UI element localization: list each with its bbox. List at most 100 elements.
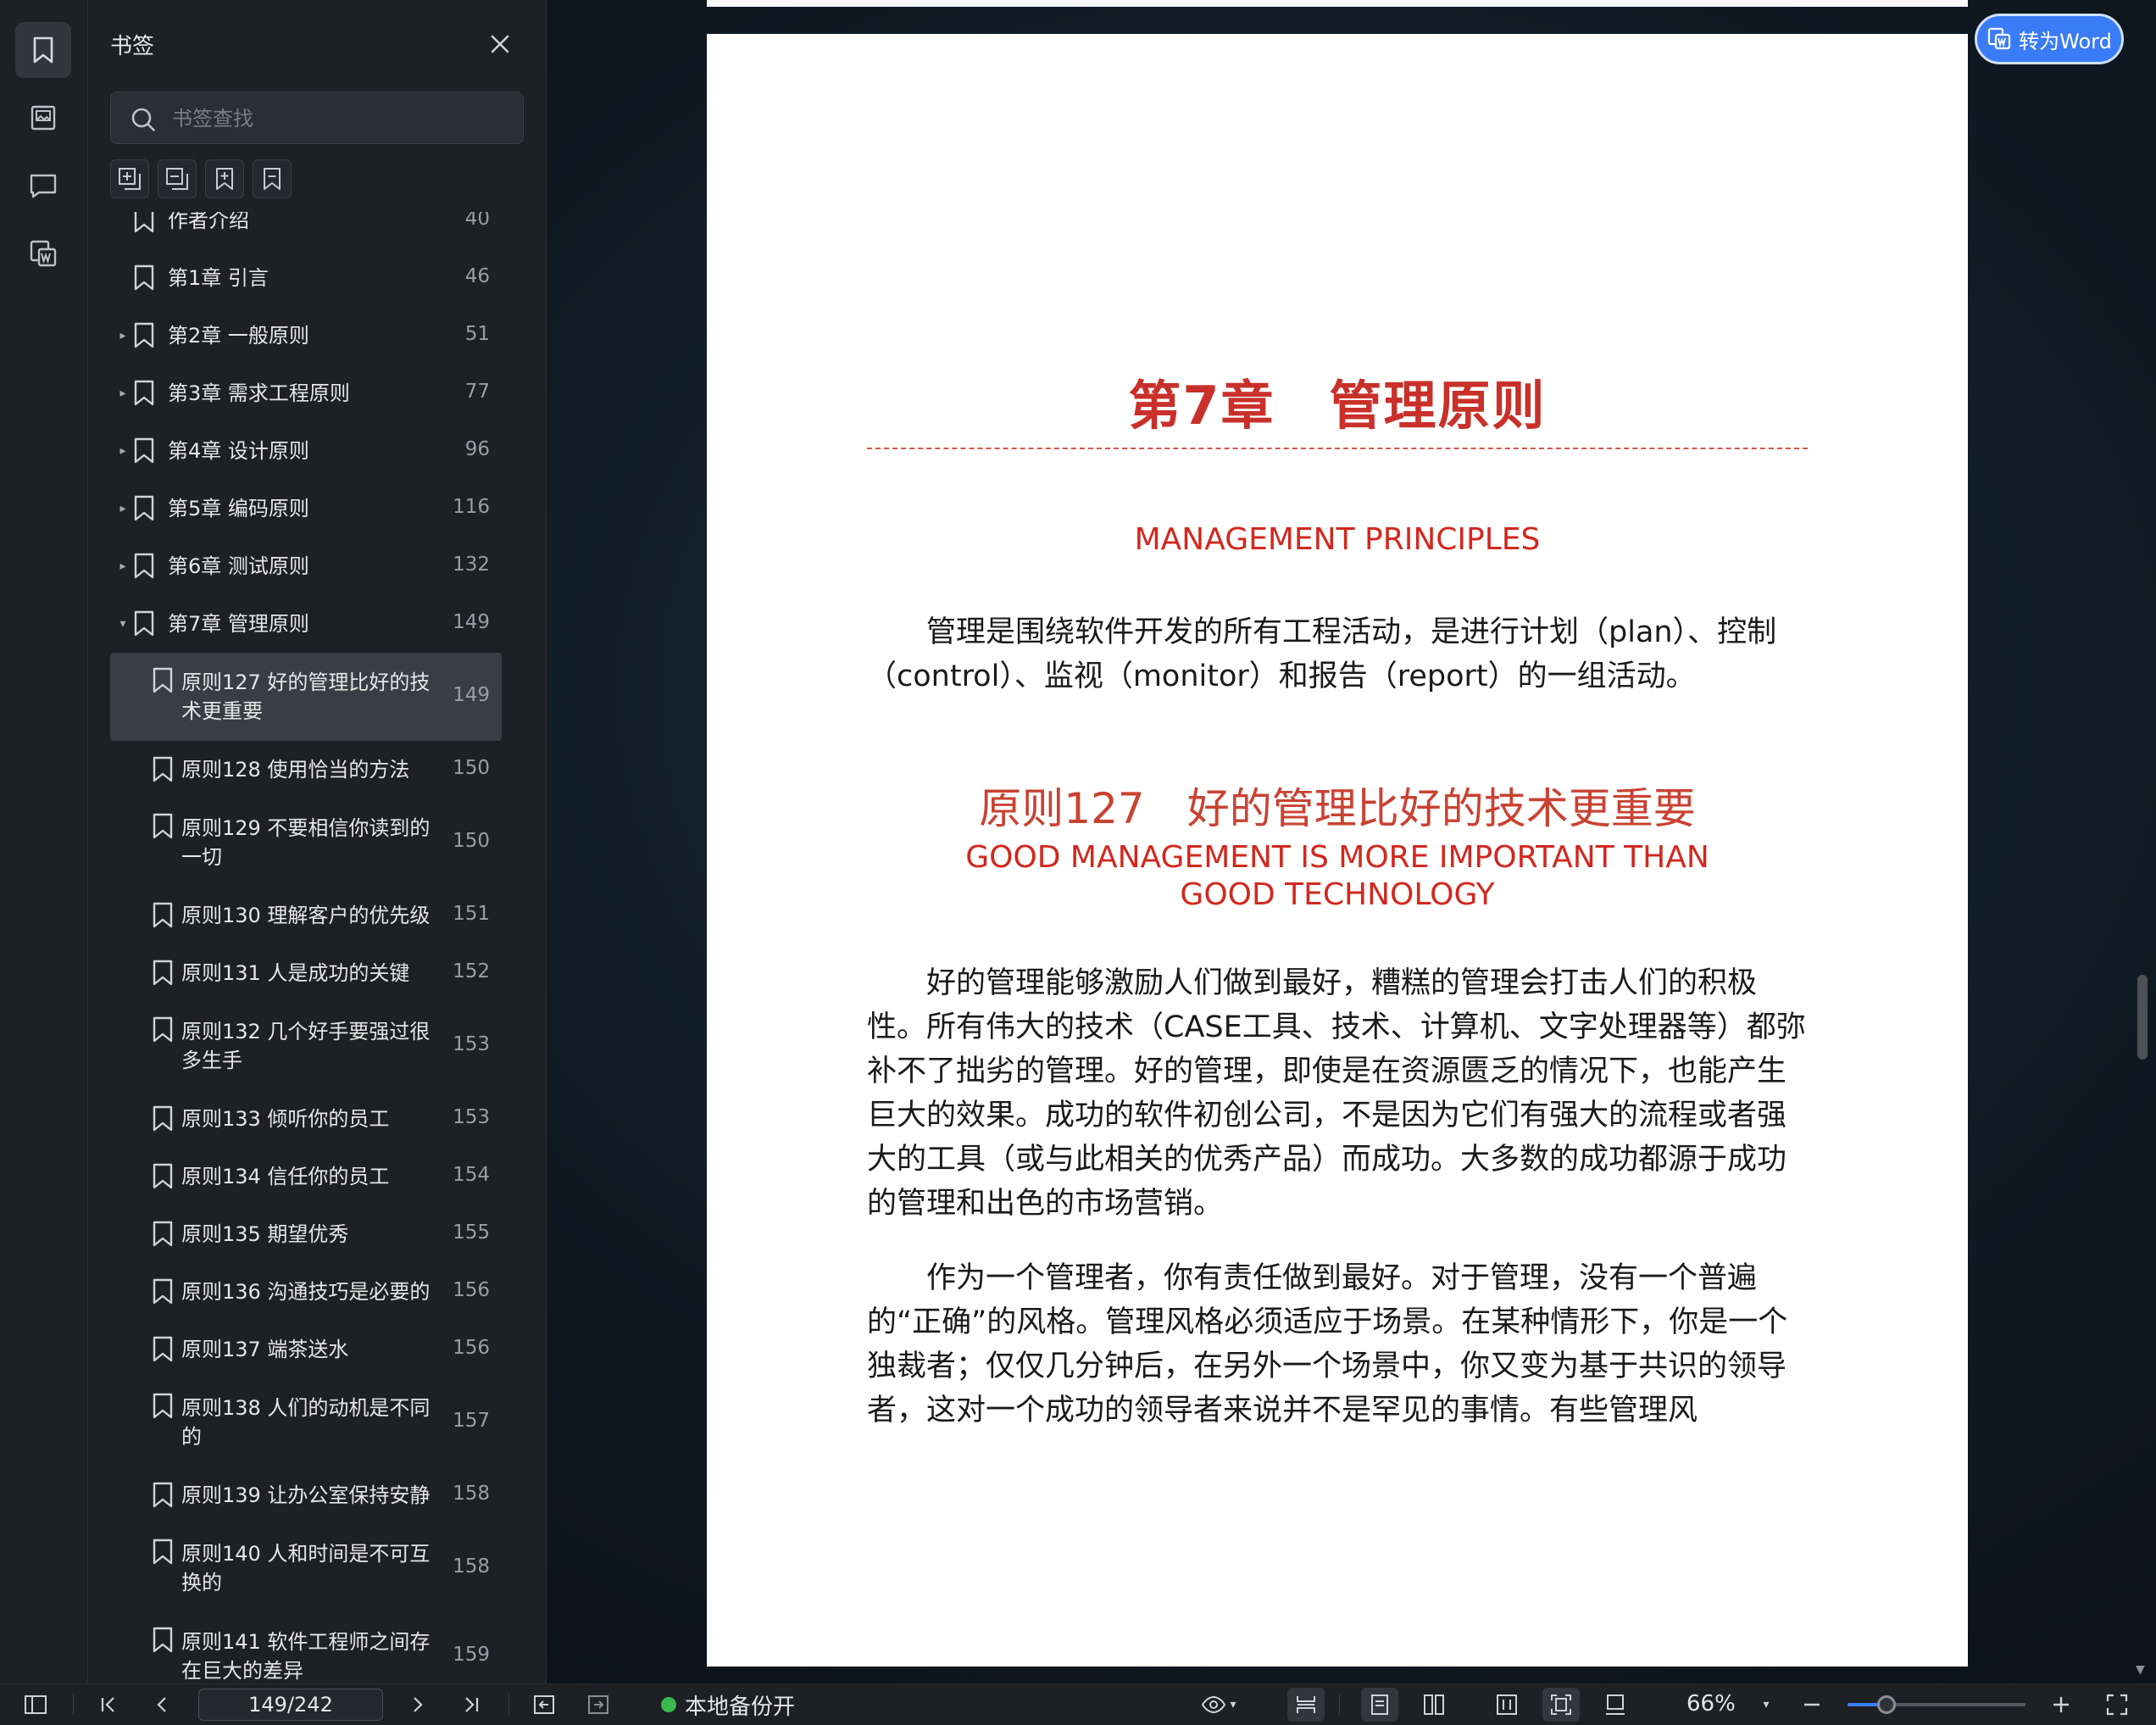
go-back-button[interactable]	[531, 1691, 558, 1718]
fit-width-icon	[1297, 1696, 1315, 1713]
forward-icon	[588, 1695, 608, 1714]
previous-page-edge	[707, 0, 1968, 7]
bookmark-item[interactable]: 原则133 倾听你的员工 153	[110, 1090, 502, 1148]
bookmark-search-input[interactable]	[170, 103, 513, 135]
fit-page-icon	[1551, 1694, 1571, 1715]
bookmark-list: 作者介绍 40 第1章 引言 46 ▸ 第2章 一般原则 51 ▸ 第3章 需求工程原则 77 ▸ 第…	[88, 212, 546, 1683]
continuous-view-button[interactable]	[1493, 1691, 1520, 1718]
expand-all-icon	[119, 168, 141, 190]
bookmark-chapter-item[interactable]: ▸ 第5章 编码原则 116	[110, 480, 502, 537]
expand-arrow-icon[interactable]: ▸	[117, 502, 129, 515]
zoom-slider-handle[interactable]	[1877, 1695, 1897, 1714]
bookmark-item[interactable]: 原则127 好的管理比好的技 术更重要 149	[110, 653, 502, 741]
bookmark-search-box	[110, 92, 524, 144]
bookmark-item[interactable]: 原则139 让办公室保持安静 158	[110, 1466, 502, 1524]
pdf-to-word-icon	[30, 240, 57, 267]
document-scrollbar[interactable]	[2137, 975, 2148, 1060]
page-rotate-button[interactable]	[1602, 1691, 1629, 1718]
collapse-arrow-icon[interactable]: ▾	[117, 617, 129, 631]
bookmark-page-number: 40	[464, 212, 490, 230]
next-page-button[interactable]	[403, 1691, 431, 1718]
bookmark-chapter-item[interactable]: ▸ 第2章 一般原则 51	[110, 307, 502, 364]
bookmark-tab-button[interactable]	[15, 22, 71, 78]
chevron-left-icon	[157, 1697, 166, 1712]
collapse-all-button[interactable]	[158, 159, 197, 198]
thumbnail-tab-button[interactable]	[15, 90, 71, 146]
zoom-out-button[interactable]	[1798, 1691, 1825, 1718]
expand-all-button[interactable]	[110, 159, 149, 198]
last-page-button[interactable]	[458, 1691, 485, 1718]
bookmark-label: 第1章 引言	[168, 266, 269, 290]
bookmark-page-number: 156	[453, 1337, 490, 1359]
local-backup-status[interactable]: 本地备份开	[661, 1691, 795, 1720]
convert-tab-button[interactable]	[15, 225, 71, 281]
bookmark-chapter-item[interactable]: 作者介绍 40	[110, 212, 502, 249]
bookmark-item[interactable]: 原则128 使用恰当的方法 150	[110, 741, 502, 799]
panel-title: 书签	[110, 34, 155, 59]
close-panel-button[interactable]	[486, 31, 514, 58]
previous-page-button[interactable]	[149, 1691, 176, 1718]
bookmark-label: 原则132 几个好手要强过很 多生手	[181, 1020, 431, 1072]
bookmark-item[interactable]: 原则141 软件工程师之间存 在巨大的差异 159	[110, 1612, 502, 1683]
bookmark-page-number: 150	[453, 830, 490, 852]
bookmark-item[interactable]: 原则130 理解客户的优先级 151	[110, 887, 502, 944]
expand-arrow-icon[interactable]: ▸	[117, 559, 129, 573]
chapter-divider	[867, 448, 1808, 449]
left-rail	[0, 0, 88, 1683]
bookmark-chapter-item[interactable]: ▾ 第7章 管理原则 149	[110, 595, 502, 653]
principle-title: 原则127 好的管理比好的技术更重要	[979, 784, 1696, 833]
bookmark-item[interactable]: 原则132 几个好手要强过很 多生手 153	[110, 1002, 502, 1090]
remove-bookmark-button[interactable]	[253, 159, 292, 198]
bookmark-item[interactable]: 原则138 人们的动机是不同 的 157	[110, 1378, 502, 1466]
sidebar-toggle-icon	[25, 1695, 47, 1714]
chevron-down-icon: ▾	[1230, 1698, 1236, 1711]
bookmark-icon	[33, 36, 53, 64]
bookmark-chapter-item[interactable]: 第1章 引言 46	[110, 249, 502, 307]
bookmark-icon	[132, 379, 156, 408]
bookmark-chapter-item[interactable]: ▸ 第4章 设计原则 96	[110, 422, 502, 480]
expand-arrow-icon[interactable]: ▸	[117, 387, 129, 400]
bookmark-item[interactable]: 原则131 人是成功的关键 152	[110, 944, 502, 1002]
bookmark-item[interactable]: 原则140 人和时间是不可互 换的 158	[110, 1524, 502, 1612]
double-page-button[interactable]	[1420, 1691, 1448, 1718]
zoom-slider[interactable]	[1848, 1695, 2025, 1714]
bookmark-label: 原则137 端茶送水	[181, 1338, 349, 1361]
fullscreen-button[interactable]	[2103, 1691, 2131, 1718]
expand-arrow-icon[interactable]: ▸	[117, 444, 129, 458]
zoom-level[interactable]: 66%	[1686, 1691, 1736, 1717]
go-forward-button[interactable]	[585, 1691, 612, 1718]
bookmark-item[interactable]: 原则137 端茶送水 156	[110, 1321, 502, 1378]
fit-page-button[interactable]	[1548, 1691, 1575, 1718]
zoom-dropdown-button[interactable]: ▾	[1756, 1691, 1776, 1718]
comment-tab-button[interactable]	[15, 158, 71, 214]
bookmark-page-number: 132	[453, 554, 490, 576]
bookmark-chapter-item[interactable]: ▸ 第3章 需求工程原则 77	[110, 364, 502, 422]
single-page-button[interactable]	[1366, 1691, 1393, 1718]
bookmark-page-number: 150	[453, 757, 490, 779]
fit-width-button[interactable]	[1292, 1691, 1320, 1718]
first-page-button[interactable]	[95, 1691, 122, 1718]
bookmark-item[interactable]: 原则136 沟通技巧是必要的 156	[110, 1263, 502, 1321]
bookmark-item[interactable]: 原则135 期望优秀 155	[110, 1205, 502, 1263]
bookmark-page-number: 157	[453, 1410, 490, 1432]
view-mode-button[interactable]: ▾	[1195, 1691, 1242, 1718]
bookmark-label: 作者介绍	[168, 212, 249, 232]
bookmark-page-number: 149	[453, 684, 490, 706]
bookmark-page-number: 51	[464, 323, 490, 345]
zoom-in-button[interactable]	[2048, 1691, 2075, 1718]
page-layout-icon	[1606, 1694, 1625, 1715]
scroll-down-arrow-icon[interactable]: ▼	[2136, 1663, 2145, 1677]
page-number-input[interactable]: 149/242	[198, 1689, 383, 1721]
bookmark-item[interactable]: 原则129 不要相信你读到的 一切 150	[110, 799, 502, 887]
convert-to-word-button[interactable]: 转为Word	[1975, 14, 2124, 64]
image-thumbnail-icon	[31, 105, 56, 131]
convert-to-word-label: 转为Word	[2019, 29, 2112, 53]
add-bookmark-button[interactable]	[205, 159, 244, 198]
bookmark-chapter-item[interactable]: ▸ 第6章 测试原则 132	[110, 537, 502, 595]
close-icon	[491, 35, 509, 53]
bookmark-item[interactable]: 原则134 信任你的员工 154	[110, 1148, 502, 1205]
expand-arrow-icon[interactable]: ▸	[117, 329, 129, 342]
bookmark-icon	[132, 437, 156, 465]
toggle-sidebar-button[interactable]	[22, 1691, 49, 1718]
bookmark-page-number: 77	[464, 381, 490, 403]
